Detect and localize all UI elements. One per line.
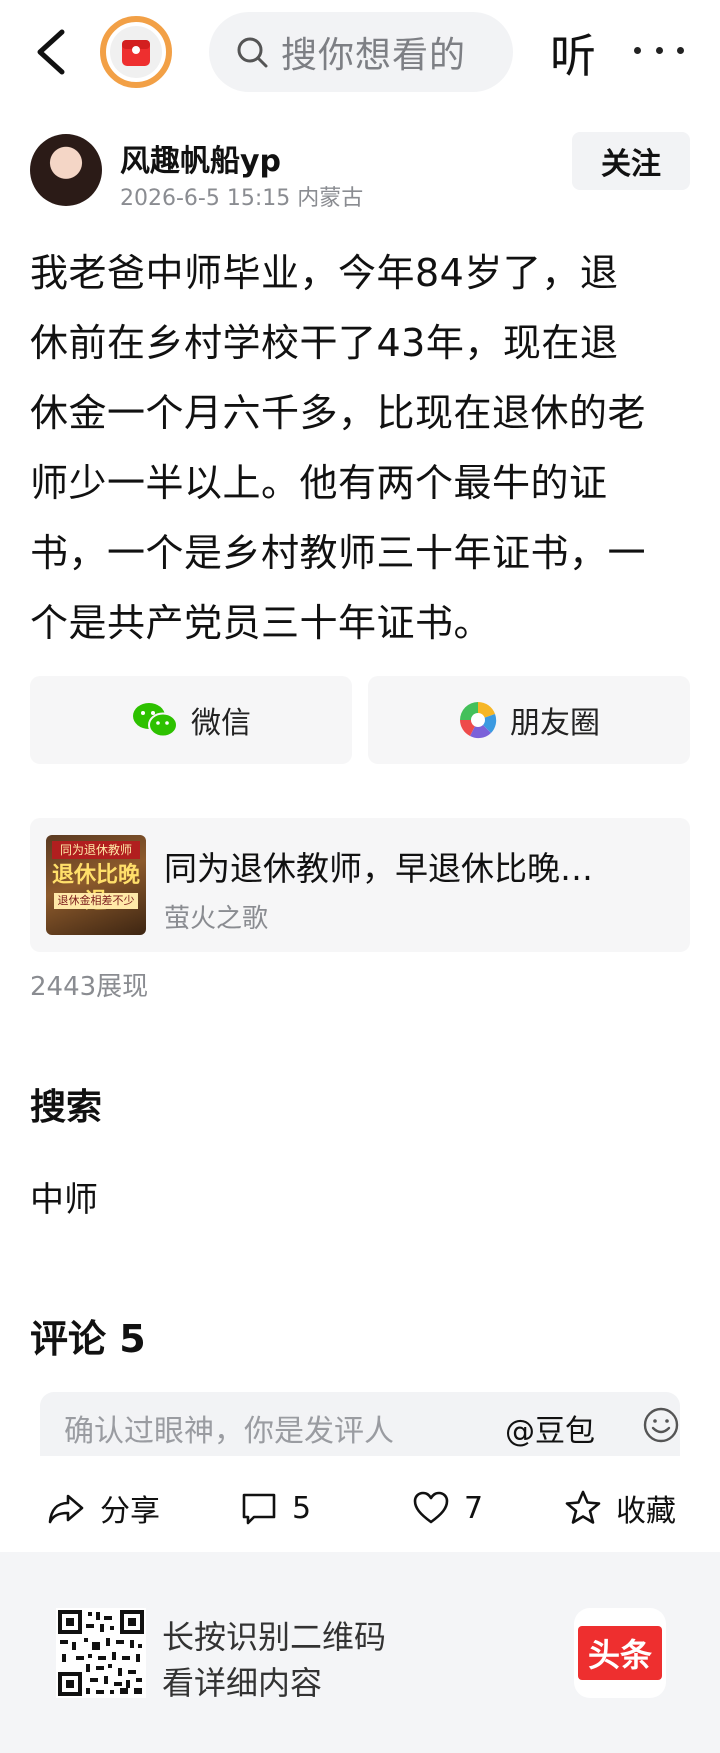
article-line: 休金一个月六千多，比现在退休的老 (30, 391, 647, 435)
share-icon (48, 1494, 84, 1524)
listen-button[interactable]: 听 (550, 20, 596, 86)
author-name[interactable]: 风趣帆船yp (120, 136, 281, 180)
action-bar: 分享 5 7 收藏 (0, 1466, 720, 1550)
search-icon (237, 37, 268, 68)
emoji-button[interactable] (642, 1406, 680, 1448)
article-line: 书，一个是乡村教师三十年证书，一 (30, 531, 647, 575)
footer-banner: 长按识别二维码 看详细内容 头条 (0, 1552, 720, 1753)
author-row: 风趣帆船yp 2026-6-5 15:15 内蒙古 关注 (30, 132, 690, 214)
share-wechat-button[interactable]: 微信 (30, 676, 352, 764)
article-line: 个是共产党员三十年证书。 (30, 601, 493, 645)
app-badge-icon[interactable] (100, 16, 172, 88)
related-article-thumbnail: 同为退休教师 退休比晚退 退休金相差不少 (46, 835, 146, 935)
qr-code[interactable] (56, 1608, 146, 1698)
like-count: 7 (464, 1490, 484, 1526)
article-line: 师少一半以上。他有两个最牛的证 (30, 461, 608, 505)
post-meta: 2026-6-5 15:15 内蒙古 (120, 186, 364, 211)
footer-line-2: 看详细内容 (162, 1664, 323, 1702)
search-input[interactable]: 搜你想看的 (209, 12, 513, 92)
brand-label: 头条 (577, 1626, 662, 1680)
view-count: 2443展现 (30, 972, 149, 1002)
heart-icon (413, 1491, 449, 1524)
related-article-card[interactable]: 同为退休教师 退休比晚退 退休金相差不少 同为退休教师，早退休比晚… 萤火之歌 (30, 818, 690, 952)
more-options-icon[interactable] (634, 30, 684, 70)
share-moments-button[interactable]: 朋友圈 (368, 676, 690, 764)
article-body: 我老爸中师毕业，今年84岁了，退 休前在乡村学校干了43年，现在退 休金一个月六… (30, 238, 692, 658)
favorite-label: 收藏 (616, 1494, 676, 1529)
share-moments-label: 朋友圈 (510, 706, 600, 741)
chevron-left-icon (37, 29, 65, 75)
moments-icon (460, 702, 497, 739)
back-button[interactable] (30, 24, 74, 80)
related-article-title[interactable]: 同为退休教师，早退休比晚… (164, 842, 593, 890)
like-button[interactable]: 7 (412, 1466, 483, 1550)
favorite-button[interactable]: 收藏 (564, 1466, 676, 1550)
comment-count: 5 (292, 1490, 312, 1526)
article-line: 我老爸中师毕业，今年84岁了，退 (30, 251, 619, 295)
search-tag[interactable]: 中师 (30, 1172, 98, 1221)
top-bar: 搜你想看的 听 (0, 0, 720, 110)
share-button[interactable]: 分享 (46, 1466, 160, 1550)
share-row: 微信 朋友圈 (30, 676, 690, 764)
star-icon (565, 1490, 601, 1524)
follow-button[interactable]: 关注 (572, 132, 690, 190)
avatar[interactable] (30, 134, 102, 206)
comment-placeholder: 确认过眼神，你是发评人 (64, 1414, 394, 1449)
share-label: 分享 (100, 1494, 160, 1529)
smiley-icon (643, 1407, 679, 1443)
comment-button[interactable]: 5 (240, 1466, 311, 1550)
article-line: 休前在乡村学校干了43年，现在退 (30, 321, 619, 365)
comment-input[interactable]: 确认过眼神，你是发评人 @豆包 (40, 1392, 680, 1456)
search-placeholder: 搜你想看的 (281, 35, 467, 76)
mention-button[interactable]: @豆包 (505, 1406, 595, 1450)
toutiao-logo: 头条 (574, 1608, 666, 1698)
related-article-source: 萤火之歌 (164, 904, 269, 934)
comments-heading: 评论 5 (30, 1317, 146, 1361)
search-section-heading: 搜索 (30, 1087, 103, 1128)
comment-icon (242, 1493, 276, 1525)
footer-line-1: 长按识别二维码 (162, 1618, 387, 1656)
wechat-icon (133, 703, 178, 738)
share-wechat-label: 微信 (191, 706, 251, 741)
